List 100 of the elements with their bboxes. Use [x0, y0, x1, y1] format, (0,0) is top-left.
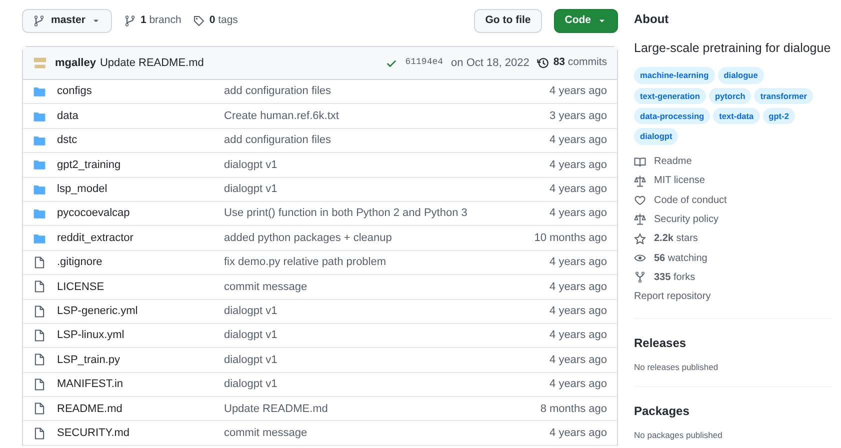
commit-message-link[interactable]: add configuration files	[224, 132, 550, 149]
file-age: 4 years ago	[550, 84, 607, 100]
file-age: 4 years ago	[550, 280, 607, 295]
file-age: 8 months ago	[540, 402, 607, 417]
file-age: 3 years ago	[550, 108, 607, 124]
commit-message-link[interactable]: dialogpt v1	[224, 302, 550, 320]
history-icon	[537, 57, 550, 69]
fork-icon	[634, 271, 646, 284]
commit-message-link[interactable]: Use print() function in both Python 2 and Python 3	[224, 205, 550, 222]
about-heading: About	[634, 12, 670, 26]
star-icon	[634, 232, 646, 245]
file-age: 4 years ago	[550, 255, 607, 270]
topic-tag[interactable]: text-data	[713, 108, 760, 124]
topic-tag[interactable]: pytorch	[708, 88, 752, 104]
commit-message-link[interactable]: Update README.md	[224, 400, 540, 418]
topic-tag[interactable]: dialogue	[718, 67, 764, 84]
sidebar-link[interactable]: 335 forks	[634, 268, 832, 287]
commit-message-link[interactable]: commit message	[224, 424, 550, 442]
commit-message-link[interactable]: Create human.ref.6k.txt	[224, 108, 550, 124]
file-name-link[interactable]: LSP-linux.yml	[46, 327, 224, 344]
topic-tag[interactable]: data-processing	[634, 108, 710, 124]
file-name-link[interactable]: configs	[46, 83, 224, 100]
avatar-icon	[33, 56, 47, 70]
file-age: 4 years ago	[550, 377, 607, 392]
file-age: 4 years ago	[550, 426, 607, 441]
folder-icon	[33, 110, 46, 123]
releases-heading: Releases	[634, 336, 688, 351]
file-name-link[interactable]: LSP_train.py	[46, 352, 224, 368]
commit-message-link[interactable]: dialogpt v1	[224, 327, 550, 344]
scale-icon	[634, 174, 646, 187]
commit-message-link[interactable]: Update README.md	[100, 54, 204, 72]
file-age: 4 years ago	[550, 206, 607, 222]
topic-tag[interactable]: machine-learning	[634, 67, 715, 84]
file-name-link[interactable]: dstc	[46, 132, 224, 149]
commit-message-link[interactable]: dialogpt v1	[224, 181, 550, 198]
tags-link[interactable]: 0 tags	[193, 13, 238, 29]
file-age: 4 years ago	[550, 352, 607, 368]
sidebar-link[interactable]: 2.2k stars	[634, 229, 832, 248]
book-icon	[634, 156, 646, 168]
file-icon	[33, 402, 46, 416]
file-name-link[interactable]: MANIFEST.in	[46, 376, 224, 393]
commit-hash-link[interactable]: 61194e4	[405, 56, 444, 70]
folder-icon	[33, 134, 46, 147]
commit-message-link[interactable]: dialogpt v1	[224, 376, 550, 393]
eye-icon	[634, 252, 646, 264]
sidebar-link[interactable]: 56 watching	[634, 248, 832, 268]
scale-icon	[634, 213, 646, 226]
topic-tag[interactable]: gpt-2	[762, 108, 795, 124]
file-icon	[33, 256, 46, 269]
file-icon	[33, 378, 46, 391]
branch-select-button[interactable]: master	[22, 9, 112, 33]
topic-tag[interactable]: dialogpt	[634, 128, 678, 145]
sidebar-link[interactable]: Security policy	[634, 210, 832, 230]
file-age: 4 years ago	[550, 182, 607, 197]
packages-note: No packages published	[634, 428, 724, 442]
file-name-link[interactable]: LICENSE	[46, 278, 224, 296]
file-name-link[interactable]: reddit_extractor	[46, 230, 224, 246]
releases-note: No releases published	[634, 360, 720, 374]
sidebar-link[interactable]: Code of conduct	[634, 190, 832, 210]
go-to-file-button[interactable]: Go to file	[474, 9, 542, 33]
file-name-link[interactable]: pycocoevalcap	[46, 205, 224, 222]
file-icon	[33, 353, 46, 366]
file-age: 4 years ago	[550, 328, 607, 344]
file-name-link[interactable]: lsp_model	[46, 181, 224, 198]
commit-author-link[interactable]: mgalley	[55, 54, 96, 72]
sidebar-link[interactable]: Readme	[634, 152, 832, 172]
check-icon	[386, 58, 398, 68]
file-icon	[33, 304, 46, 318]
file-name-link[interactable]: .gitignore	[46, 254, 224, 271]
commits-link[interactable]: 83 commits	[537, 55, 607, 71]
folder-icon	[33, 182, 46, 196]
folder-icon	[33, 85, 46, 98]
commit-message-link[interactable]: fix demo.py relative path problem	[224, 254, 550, 271]
tag-icon	[193, 15, 206, 27]
report-repository-link[interactable]: Report repository	[634, 286, 832, 306]
file-icon	[33, 426, 46, 440]
file-name-link[interactable]: SECURITY.md	[46, 424, 224, 442]
packages-heading: Packages	[634, 404, 690, 419]
commit-message-link[interactable]: dialogpt v1	[224, 352, 550, 368]
code-button[interactable]: Code	[554, 9, 618, 33]
heart-icon	[634, 194, 646, 206]
repository-description: Large-scale pretraining for dialogue	[634, 40, 832, 58]
commit-message-link[interactable]: dialogpt v1	[224, 156, 550, 174]
folder-icon	[33, 207, 46, 220]
commit-message-link[interactable]: added python packages + cleanup	[224, 230, 534, 246]
topic-tag[interactable]: transformer	[754, 88, 813, 104]
branch-count-link[interactable]: 1 branch	[124, 13, 182, 29]
file-age: 4 years ago	[550, 304, 607, 319]
branch-icon	[33, 15, 45, 27]
topic-tag[interactable]: text-generation	[634, 88, 706, 104]
file-age: 4 years ago	[550, 133, 607, 148]
file-name-link[interactable]: gpt2_training	[46, 156, 224, 174]
file-name-link[interactable]: LSP-generic.yml	[46, 302, 224, 320]
folder-icon	[33, 158, 46, 172]
commit-message-link[interactable]: add configuration files	[224, 83, 550, 100]
file-name-link[interactable]: README.md	[46, 400, 224, 418]
sidebar-link[interactable]: MIT license	[634, 171, 832, 190]
commit-date: on Oct 18, 2022	[451, 56, 530, 71]
commit-message-link[interactable]: commit message	[224, 278, 550, 296]
file-name-link[interactable]: data	[46, 108, 224, 124]
